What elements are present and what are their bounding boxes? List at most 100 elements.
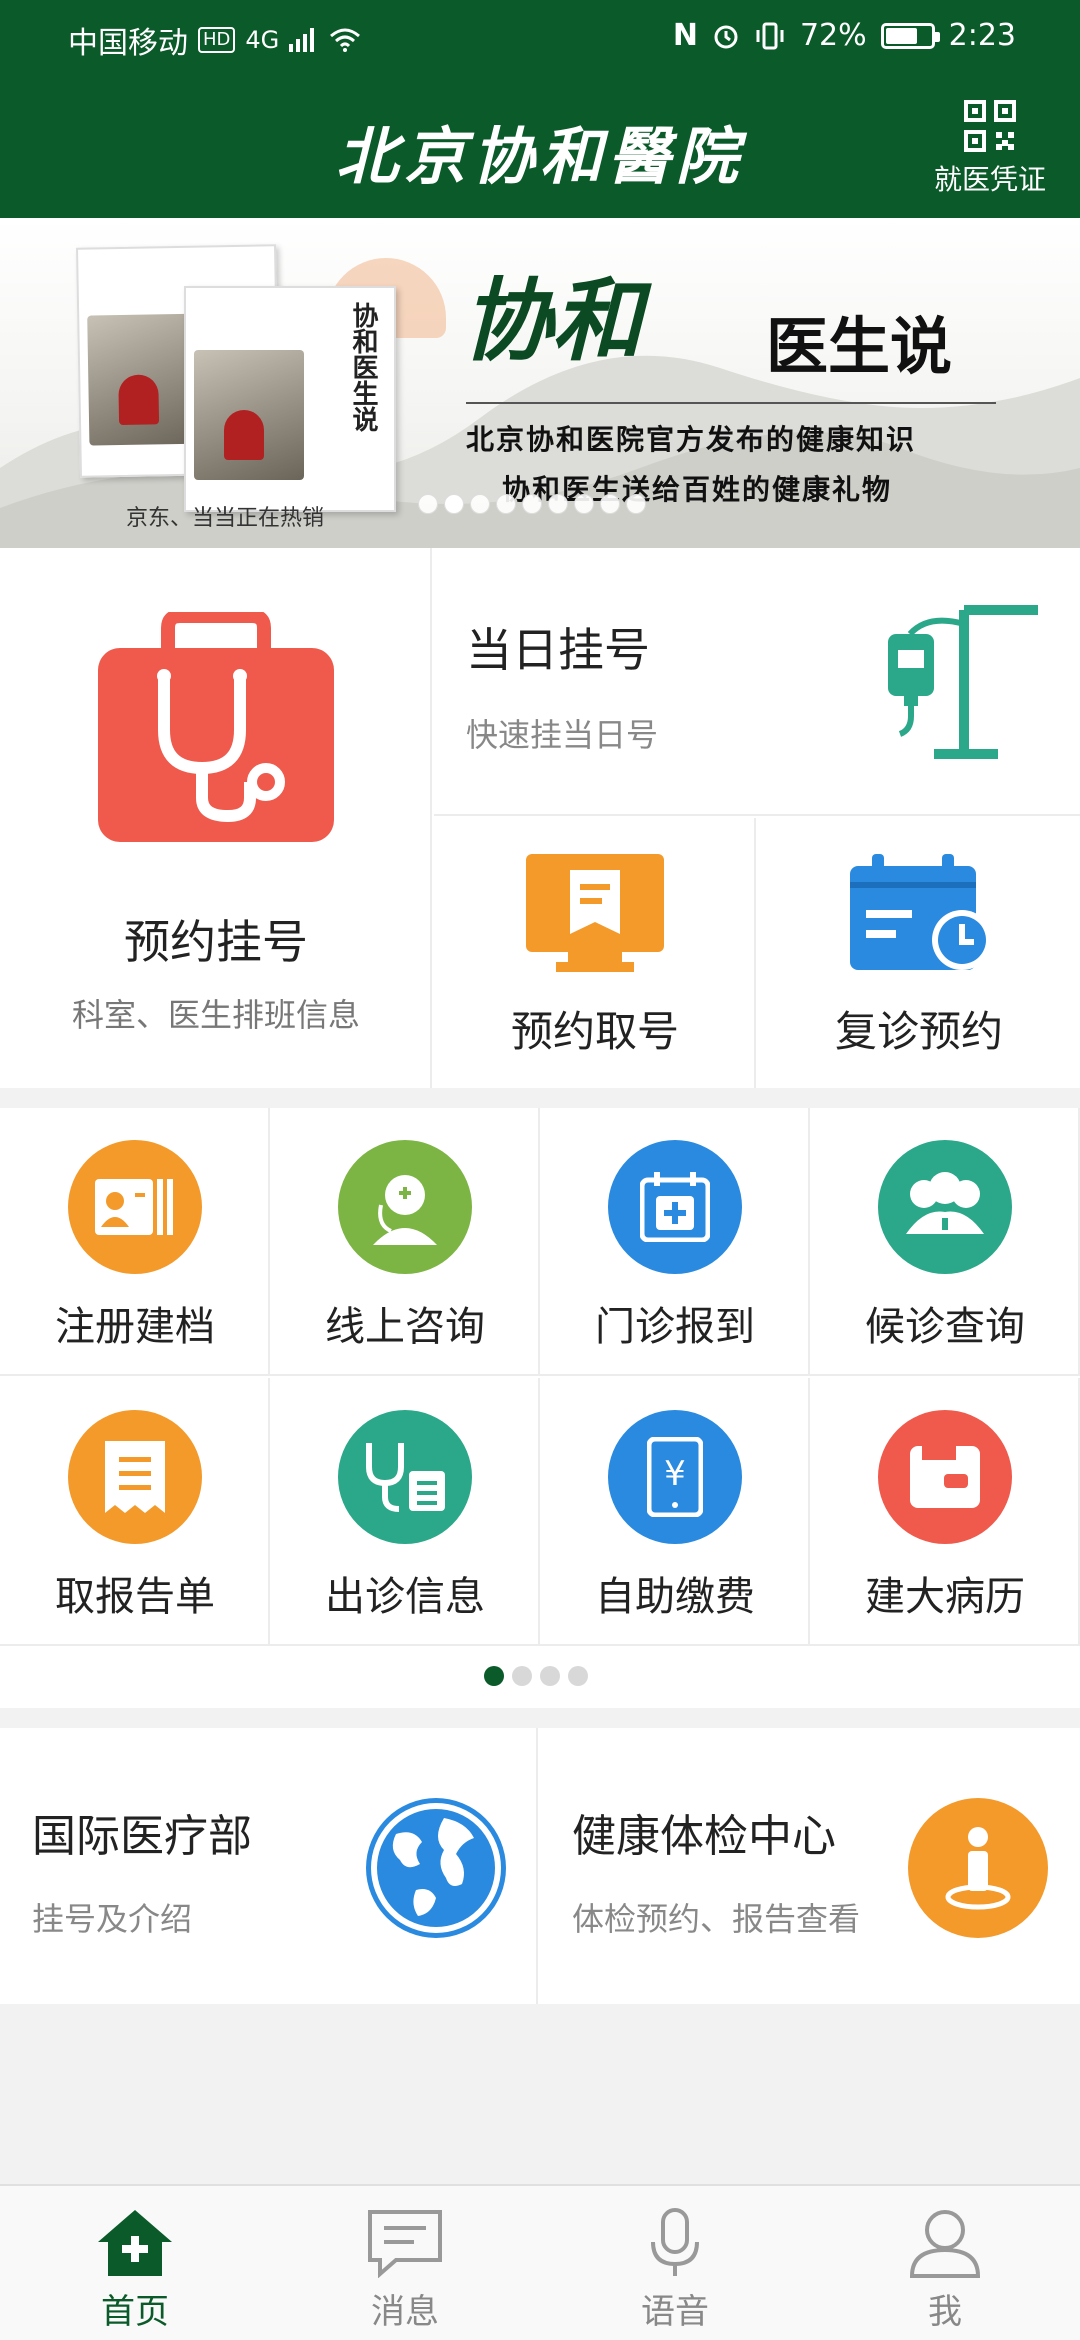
service-get-report[interactable]: 取报告单 — [0, 1378, 270, 1646]
banner-dot[interactable] — [600, 494, 620, 514]
checkup-title: 健康体检中心 — [572, 1811, 836, 1862]
international-title: 国际医疗部 — [32, 1811, 252, 1862]
take-number-title: 预约取号 — [510, 1007, 679, 1056]
microphone-icon — [651, 2208, 699, 2276]
banner-dot[interactable] — [626, 494, 646, 514]
ticket-monitor-icon — [526, 854, 664, 972]
battery-percent: 72% — [799, 18, 867, 53]
home-icon — [98, 2210, 172, 2276]
status-bar: 中国移动 HD 4G N 72% 2:23 — [0, 0, 1080, 76]
service-page-dot[interactable] — [512, 1666, 532, 1686]
voucher-label: 就医凭证 — [933, 163, 1046, 196]
book-cover-front: 协和医生说 — [184, 286, 396, 512]
banner-dot[interactable] — [418, 494, 438, 514]
revisit-title: 复诊预约 — [834, 1007, 1003, 1056]
international-subtitle: 挂号及介绍 — [32, 1900, 193, 1938]
take-number-button[interactable]: 预约取号 — [434, 818, 756, 1088]
service-register-file[interactable]: 注册建档 — [0, 1108, 270, 1376]
svg-text:¥: ¥ — [664, 1454, 686, 1494]
banner-dot[interactable] — [574, 494, 594, 514]
service-medical-record[interactable]: 建大病历 — [810, 1378, 1080, 1646]
same-day-title: 当日挂号 — [466, 623, 650, 677]
people-group-icon — [906, 1172, 984, 1234]
international-medical-card[interactable]: 国际医疗部 挂号及介绍 — [0, 1728, 538, 2004]
hd-badge: HD — [198, 27, 236, 53]
nav-home[interactable]: 首页 — [0, 2186, 270, 2340]
service-label: 门诊报到 — [595, 1304, 755, 1350]
service-label: 注册建档 — [55, 1304, 215, 1350]
medical-voucher-button[interactable]: 就医凭证 — [930, 100, 1050, 198]
nav-label: 消息 — [371, 2292, 439, 2332]
appointment-title: 预约挂号 — [124, 915, 308, 969]
appointment-registration-button[interactable]: 预约挂号 科室、医生排班信息 — [0, 548, 432, 1088]
service-online-consult[interactable]: 线上咨询 — [270, 1108, 540, 1376]
feature-cards: 国际医疗部 挂号及介绍 健康体检中心 体检预约、报告查看 — [0, 1728, 1080, 2004]
service-doctor-schedule[interactable]: 出诊信息 — [270, 1378, 540, 1646]
checkup-subtitle: 体检预约、报告查看 — [572, 1900, 861, 1938]
service-label: 取报告单 — [55, 1574, 215, 1620]
battery-icon — [880, 22, 940, 49]
calendar-clock-icon — [850, 854, 992, 970]
banner-dot[interactable] — [444, 494, 464, 514]
promo-banner[interactable]: 协和医生说 京东、当当正在热销 协和 医生说 北京协和医院官方发布的健康知识 协… — [0, 218, 1080, 548]
globe-icon — [366, 1798, 506, 1938]
appointment-subtitle: 科室、医生排班信息 — [71, 996, 360, 1034]
service-outpatient-checkin[interactable]: 门诊报到 — [540, 1108, 810, 1376]
same-day-registration-button[interactable]: 当日挂号 快速挂当日号 — [434, 548, 1080, 816]
signal-icon — [289, 28, 315, 52]
same-day-subtitle: 快速挂当日号 — [466, 716, 659, 754]
id-card-icon — [95, 1179, 173, 1235]
banner-line-1: 北京协和医院官方发布的健康知识 — [466, 423, 917, 456]
iv-drip-icon — [888, 605, 1038, 759]
service-self-payment[interactable]: ¥ 自助缴费 — [540, 1378, 810, 1646]
nav-label: 首页 — [101, 2292, 169, 2332]
banner-dot[interactable] — [548, 494, 568, 514]
service-label: 自助缴费 — [595, 1574, 755, 1620]
user-icon — [909, 2210, 981, 2278]
banner-pagination — [418, 494, 646, 514]
revisit-appointment-button[interactable]: 复诊预约 — [758, 818, 1080, 1088]
message-icon — [368, 2210, 442, 2278]
nfc-icon: N — [672, 18, 698, 53]
person-location-icon — [908, 1798, 1048, 1938]
nav-label: 语音 — [641, 2292, 709, 2332]
service-page-dot[interactable] — [568, 1666, 588, 1686]
service-page-dot[interactable] — [484, 1666, 504, 1686]
yuan-phone-icon: ¥ — [647, 1437, 703, 1517]
service-label: 候诊查询 — [865, 1304, 1025, 1350]
alarm-icon — [714, 25, 738, 48]
qr-code-icon — [964, 100, 1016, 152]
bottom-navigation: 首页 消息 语音 我 — [0, 2184, 1080, 2340]
banner-dot[interactable] — [522, 494, 542, 514]
wifi-icon — [330, 28, 361, 52]
service-grid: 注册建档 线上咨询 门诊报到 候诊查询 取报告单 出诊信息 ¥ 自助缴费 建大病… — [0, 1108, 1080, 1646]
medical-kit-icon — [98, 609, 334, 842]
carrier-label: 中国移动 — [68, 26, 188, 61]
banner-subtitle: 医生说 — [766, 310, 953, 383]
service-label: 出诊信息 — [325, 1574, 485, 1620]
banner-brand: 协和 — [462, 268, 642, 374]
nav-voice[interactable]: 语音 — [540, 2186, 810, 2340]
nav-profile[interactable]: 我 — [810, 2186, 1080, 2340]
nav-messages[interactable]: 消息 — [270, 2186, 540, 2340]
doctor-icon — [373, 1175, 437, 1245]
network-type: 4G — [245, 26, 280, 54]
banner-divider — [466, 402, 996, 404]
medical-calendar-icon — [640, 1172, 710, 1242]
banner-dot[interactable] — [496, 494, 516, 514]
hospital-logo-title: 北京协和醫院 — [335, 120, 744, 193]
clock: 2:23 — [948, 18, 1016, 53]
banner-caption: 京东、当当正在热销 — [126, 506, 325, 531]
service-pagination — [0, 1646, 1080, 1708]
main-function-grid: 预约挂号 科室、医生排班信息 当日挂号 快速挂当日号 预约取号 复诊预约 — [0, 548, 1080, 1088]
health-checkup-card[interactable]: 健康体检中心 体检预约、报告查看 — [540, 1728, 1078, 2004]
vibrate-icon — [756, 22, 784, 49]
wallet-icon — [910, 1446, 980, 1508]
service-page-dot[interactable] — [540, 1666, 560, 1686]
service-waiting-query[interactable]: 候诊查询 — [810, 1108, 1080, 1376]
banner-dot[interactable] — [470, 494, 490, 514]
book-title: 协和医生说 — [348, 302, 378, 432]
app-header: 北京协和醫院 就医凭证 — [0, 76, 1080, 218]
service-label: 线上咨询 — [325, 1304, 485, 1350]
stethoscope-list-icon — [366, 1443, 445, 1512]
